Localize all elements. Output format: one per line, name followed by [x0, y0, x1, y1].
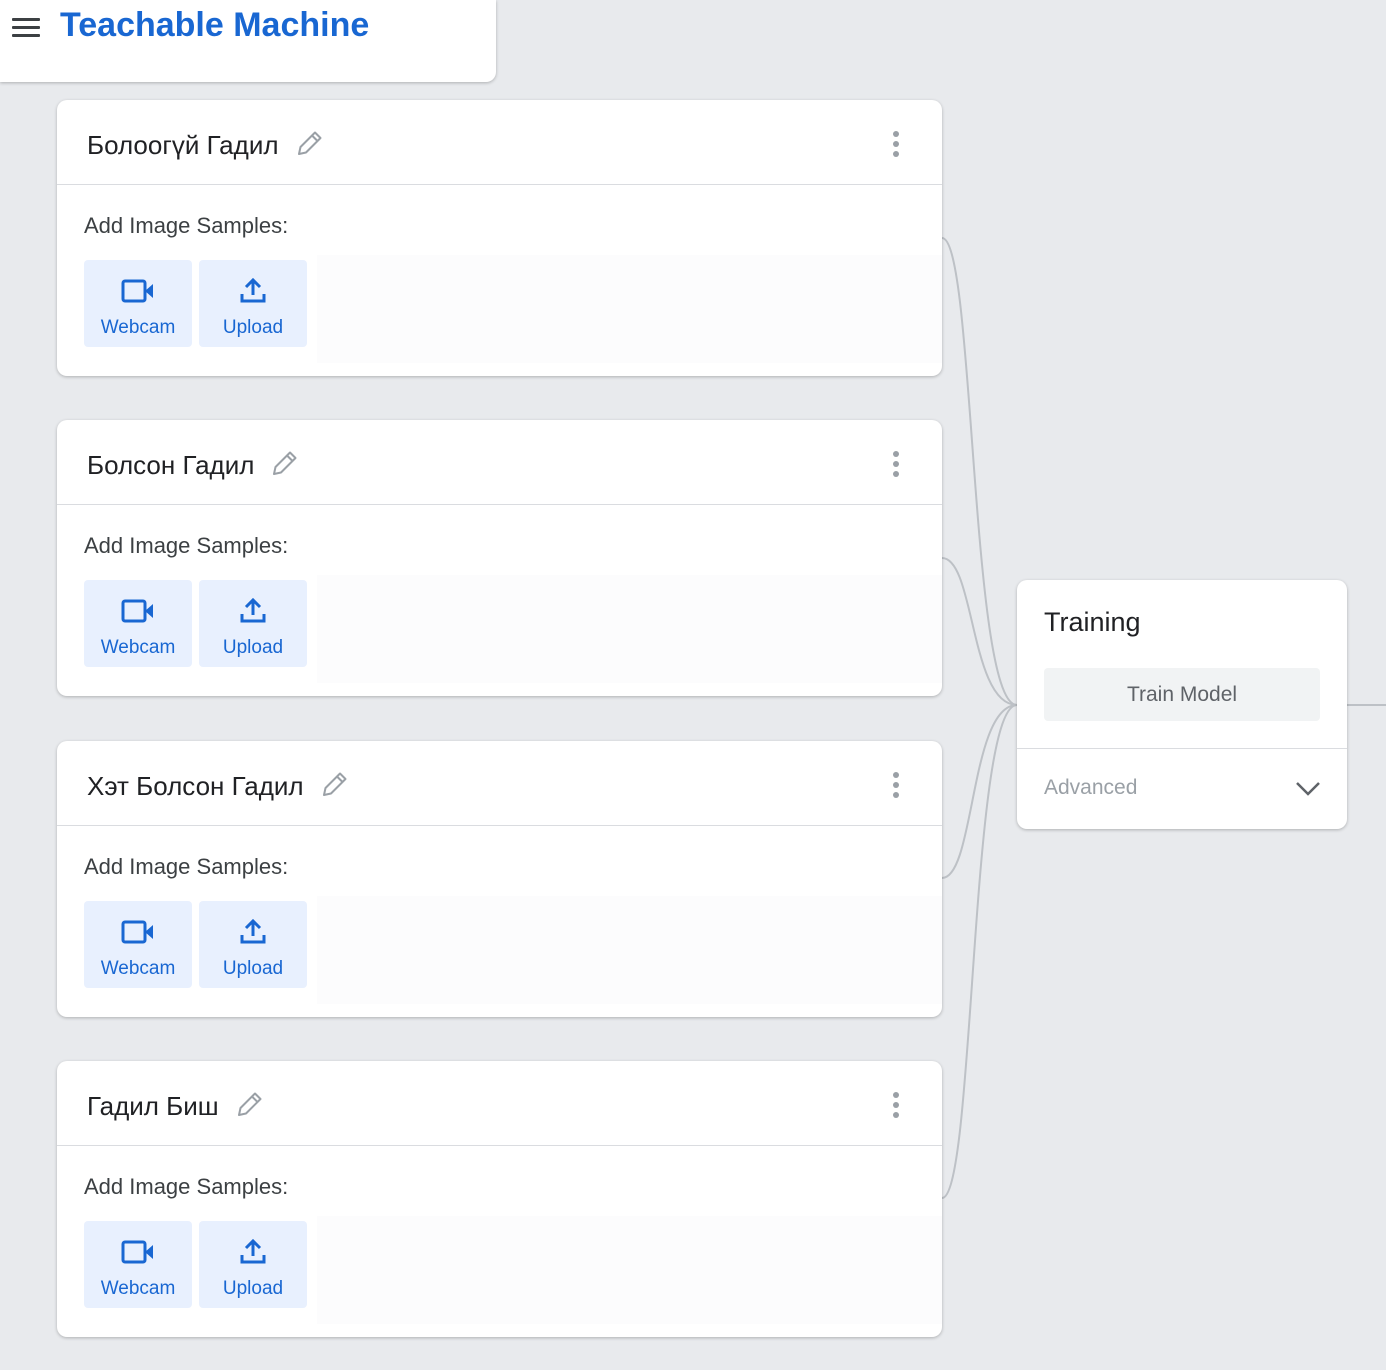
upload-button-label: Upload — [222, 317, 284, 338]
more-vert-icon[interactable] — [884, 131, 908, 157]
pencil-icon[interactable] — [295, 128, 325, 158]
add-samples-label: Add Image Samples: — [84, 213, 289, 238]
pencil-icon[interactable] — [320, 769, 350, 799]
webcam-button[interactable]: Webcam — [84, 580, 192, 667]
class-card: Болоогүй Гадил Add Image Samples: Webcam… — [57, 100, 942, 376]
sample-area — [317, 1216, 942, 1324]
upload-button[interactable]: Upload — [199, 1221, 307, 1308]
class-card-header: Хэт Болсон Гадил — [57, 741, 942, 826]
upload-icon — [240, 919, 266, 944]
videocam-icon — [121, 279, 153, 303]
class-name[interactable]: Болсон Гадил — [87, 450, 254, 481]
pencil-icon[interactable] — [270, 448, 300, 478]
class-card: Хэт Болсон Гадил Add Image Samples: Webc… — [57, 741, 942, 1017]
sample-area — [317, 896, 942, 1004]
class-name[interactable]: Гадил Биш — [87, 1091, 219, 1122]
advanced-toggle[interactable]: Advanced — [1017, 749, 1347, 829]
advanced-label: Advanced — [1044, 776, 1138, 799]
class-name[interactable]: Хэт Болсон Гадил — [87, 771, 304, 802]
videocam-icon — [121, 920, 153, 944]
add-samples-label: Add Image Samples: — [84, 533, 289, 558]
class-card: Болсон Гадил Add Image Samples: Webcam U… — [57, 420, 942, 696]
upload-button-label: Upload — [222, 1278, 284, 1299]
more-vert-icon[interactable] — [884, 1092, 908, 1118]
training-title: Training — [1044, 607, 1141, 637]
webcam-button-label: Webcam — [100, 637, 176, 658]
videocam-icon — [121, 599, 153, 623]
more-vert-icon[interactable] — [884, 772, 908, 798]
sample-area — [317, 255, 942, 363]
add-samples-label: Add Image Samples: — [84, 1174, 289, 1199]
menu-icon[interactable] — [12, 18, 40, 38]
webcam-button-label: Webcam — [100, 958, 176, 979]
upload-button-label: Upload — [222, 637, 284, 658]
train-model-button[interactable]: Train Model — [1044, 668, 1320, 721]
upload-icon — [240, 598, 266, 623]
videocam-icon — [121, 1240, 153, 1264]
class-card-header: Болоогүй Гадил — [57, 100, 942, 185]
webcam-button[interactable]: Webcam — [84, 260, 192, 347]
add-samples-label: Add Image Samples: — [84, 854, 289, 879]
sample-area — [317, 575, 942, 683]
upload-icon — [240, 1239, 266, 1264]
class-card-header: Болсон Гадил — [57, 420, 942, 505]
class-card-header: Гадил Биш — [57, 1061, 942, 1146]
pencil-icon[interactable] — [235, 1089, 265, 1119]
upload-button-label: Upload — [222, 958, 284, 979]
upload-button[interactable]: Upload — [199, 901, 307, 988]
webcam-button[interactable]: Webcam — [84, 901, 192, 988]
more-vert-icon[interactable] — [884, 451, 908, 477]
app-header: Teachable Machine — [0, 0, 496, 82]
training-panel: Training Train Model Advanced — [1017, 580, 1347, 829]
upload-button[interactable]: Upload — [199, 260, 307, 347]
webcam-button[interactable]: Webcam — [84, 1221, 192, 1308]
upload-icon — [240, 278, 266, 303]
webcam-button-label: Webcam — [100, 317, 176, 338]
class-name[interactable]: Болоогүй Гадил — [87, 130, 279, 161]
upload-button[interactable]: Upload — [199, 580, 307, 667]
app-title[interactable]: Teachable Machine — [60, 6, 369, 45]
chevron-down-icon — [1296, 782, 1320, 796]
webcam-button-label: Webcam — [100, 1278, 176, 1299]
class-card: Гадил Биш Add Image Samples: Webcam Uplo… — [57, 1061, 942, 1337]
